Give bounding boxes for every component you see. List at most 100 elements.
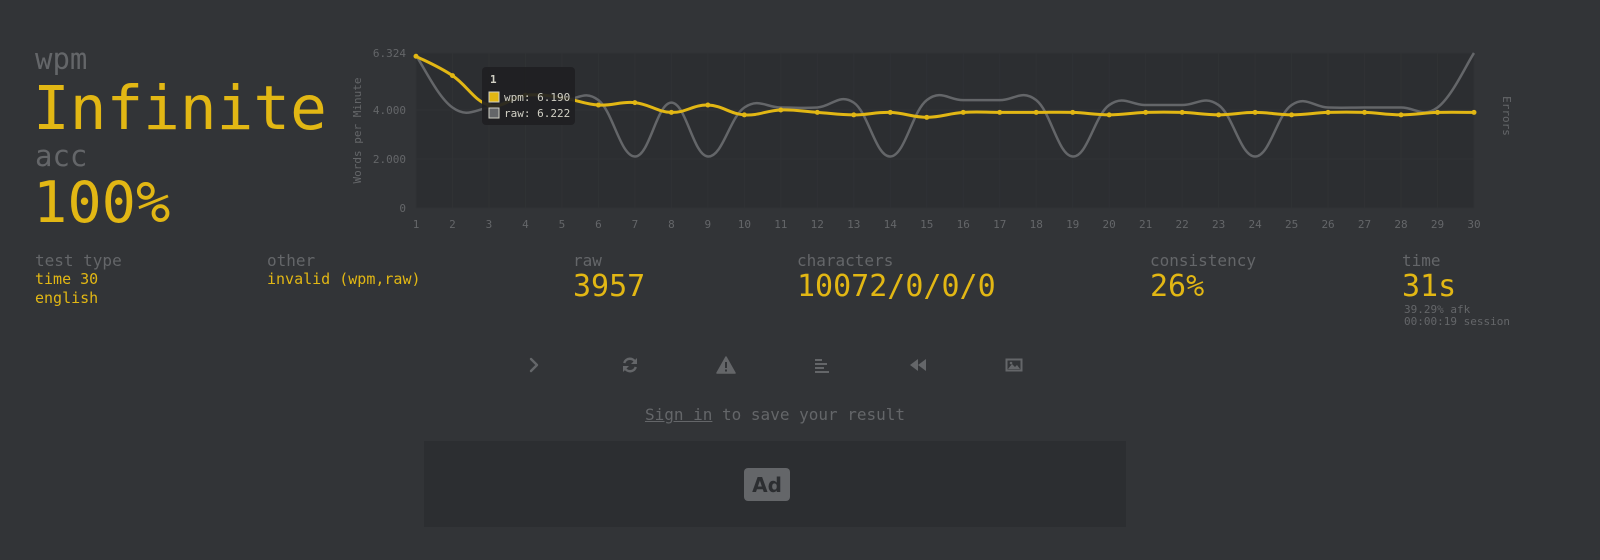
chart-x-tick-label: 22 — [1176, 218, 1189, 231]
stat-raw-label: raw — [573, 251, 602, 270]
chart-point-wpm — [632, 100, 638, 106]
refresh-icon — [623, 357, 637, 373]
chart-y-tick-label: 6.324 — [373, 47, 406, 60]
chart-x-tick-label: 5 — [559, 218, 566, 231]
chart-point-wpm — [1143, 109, 1149, 115]
report-button[interactable] — [708, 349, 744, 381]
chart-point-wpm — [1179, 109, 1185, 115]
chart-x-tick-label: 14 — [884, 218, 898, 231]
chart-point-wpm — [924, 114, 930, 120]
stat-characters-value: 10072/0/0/0 — [797, 269, 996, 304]
chart-y-tick-label: 2.000 — [373, 153, 406, 166]
chart-x-tick-label: 24 — [1248, 218, 1262, 231]
stat-consistency: consistency 26% — [1150, 251, 1256, 304]
chart-point-wpm — [851, 112, 857, 118]
chart-point-wpm — [1106, 112, 1112, 118]
chart-point-wpm — [1289, 112, 1295, 118]
chart-point-wpm — [997, 109, 1003, 115]
chart-x-tick-label: 20 — [1103, 218, 1116, 231]
stat-raw-value: 3957 — [573, 269, 646, 304]
chart-point-wpm — [413, 53, 419, 59]
chart-x-tick-label: 25 — [1285, 218, 1298, 231]
chart-point-wpm — [1398, 112, 1404, 118]
chart-point-wpm — [1362, 109, 1368, 115]
stat-consistency-value: 26% — [1150, 269, 1205, 304]
chart-x-tick-label: 18 — [1030, 218, 1043, 231]
ad-container[interactable]: Ad — [424, 441, 1126, 527]
chart-x-tick-label: 10 — [738, 218, 751, 231]
stat-time-value: 31s — [1402, 269, 1457, 304]
stat-characters: characters 10072/0/0/0 — [797, 251, 996, 304]
chart-point-wpm — [1435, 109, 1441, 115]
chart-point-wpm — [1033, 109, 1039, 115]
chart-y-tick-label: 4.000 — [373, 104, 406, 117]
chart-point-wpm — [1216, 112, 1222, 118]
chart-x-tick-label: 19 — [1066, 218, 1079, 231]
next-test-button[interactable] — [516, 349, 552, 381]
chart-x-tick-label: 28 — [1394, 218, 1407, 231]
chart-y-axis-label: Words per Minute — [351, 78, 364, 184]
chart-tooltip-raw: raw: 6.222 — [504, 107, 570, 120]
replay-button[interactable] — [900, 349, 936, 381]
chart-x-tick-label: 17 — [993, 218, 1006, 231]
signin-prompt: Sign in to save your result — [0, 405, 1550, 425]
chart-y-tick-label: 0 — [399, 202, 406, 215]
repeat-test-button[interactable] — [612, 349, 648, 381]
wpm-value: Infinite — [33, 73, 327, 144]
stat-test-type-language: english — [35, 289, 99, 307]
chart-point-wpm — [1325, 109, 1331, 115]
stat-test-type-label: test type — [35, 251, 122, 270]
chart-x-tick-label: 8 — [668, 218, 675, 231]
chart-x-tick-label: 12 — [811, 218, 824, 231]
chart-point-wpm — [449, 73, 455, 79]
stat-raw: raw 3957 — [573, 251, 645, 304]
save-screenshot-button[interactable] — [996, 349, 1032, 381]
words-history-button[interactable] — [804, 349, 840, 381]
chart-point-wpm — [1070, 109, 1076, 115]
chart-x-tick-label: 4 — [522, 218, 529, 231]
wpm-chart[interactable]: 1 2 3 4 5 6 7 8 9 10 11 12 13 14 15 16 17 18 19 20 21 22 23 24 2… — [340, 38, 1540, 238]
chart-x-tick-label: 6 — [595, 218, 602, 231]
chevron-right-icon — [529, 357, 539, 373]
chart-x-tick-label: 9 — [705, 218, 712, 231]
wpm-label: wpm — [35, 42, 88, 76]
accuracy-label: acc — [35, 139, 88, 173]
chart-x-tick-label: 7 — [632, 218, 639, 231]
stat-test-type-mode: time 30 — [35, 270, 99, 288]
chart-point-wpm — [887, 109, 893, 115]
signin-link[interactable]: Sign in — [645, 405, 712, 424]
stat-characters-label: characters — [797, 251, 894, 270]
chart-x-tick-label: 16 — [957, 218, 970, 231]
chart-x-tick-label: 29 — [1431, 218, 1444, 231]
stat-time-label: time — [1402, 251, 1441, 270]
chart-point-wpm — [1471, 109, 1477, 115]
chart-tooltip-wpm-swatch — [488, 91, 500, 103]
warning-icon — [716, 356, 736, 374]
chart-x-tick-label: 11 — [774, 218, 787, 231]
chart-x-tick-label: 21 — [1139, 218, 1152, 231]
chart-tooltip-raw-swatch — [488, 107, 500, 119]
accuracy-value: 100% — [33, 170, 171, 236]
chart-point-wpm — [960, 109, 966, 115]
chart-point-wpm — [741, 112, 747, 118]
chart-point-wpm — [595, 102, 601, 108]
stat-time-session: 00:00:19 session — [1404, 315, 1510, 328]
signin-prompt-text: to save your result — [712, 405, 906, 424]
stat-consistency-label: consistency — [1150, 251, 1256, 270]
chart-tooltip-title: 1 — [490, 73, 497, 86]
chart-x-tick-label: 3 — [486, 218, 493, 231]
ad-badge: Ad — [744, 468, 790, 501]
chart-x-tick-label: 23 — [1212, 218, 1225, 231]
stat-time: time 31s 39.29% afk 00:00:19 session — [1402, 251, 1510, 328]
chart-y2-axis-label: Errors — [1500, 96, 1513, 136]
chart-x-tick-label: 26 — [1321, 218, 1334, 231]
chart-x-tick-label: 13 — [847, 218, 860, 231]
chart-tooltip-wpm: wpm: 6.190 — [504, 91, 570, 104]
backward-icon — [910, 359, 926, 371]
chart-x-tick-label: 1 — [413, 218, 420, 231]
chart-point-wpm — [814, 109, 820, 115]
chart-point-wpm — [705, 102, 711, 108]
stat-test-type: test type time 30 english — [35, 251, 122, 308]
chart-x-tick-label: 30 — [1467, 218, 1480, 231]
chart-x-tick-label: 27 — [1358, 218, 1371, 231]
